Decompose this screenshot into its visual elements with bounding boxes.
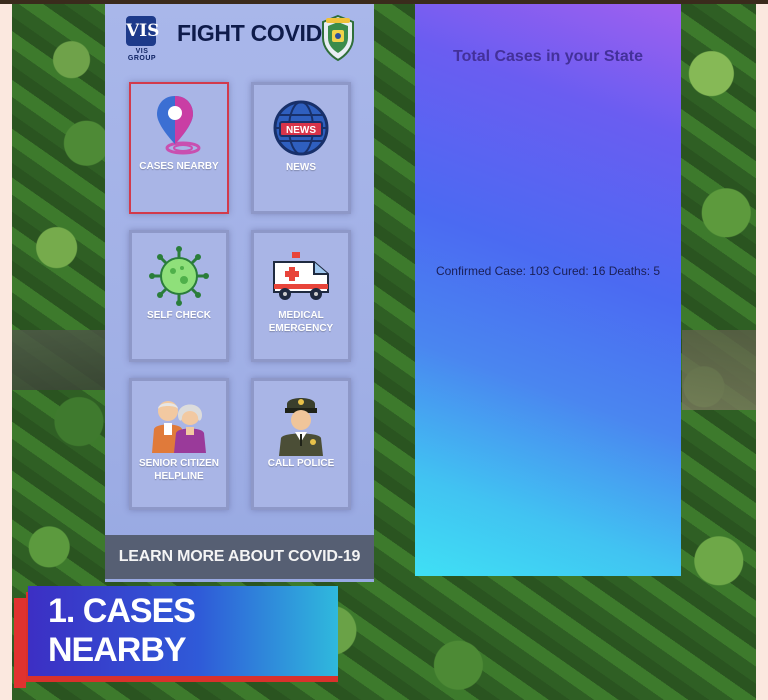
caption-accent-bar bbox=[14, 598, 26, 688]
app-title: FIGHT COVID bbox=[177, 20, 322, 46]
learn-more-button[interactable]: LEARN MORE ABOUT COVID-19 bbox=[105, 535, 374, 579]
tile-medical-emergency[interactable]: MEDICAL EMERGENCY bbox=[251, 230, 351, 362]
background-road-right bbox=[682, 330, 756, 410]
tile-label: MEDICAL EMERGENCY bbox=[268, 310, 334, 334]
virus-icon bbox=[132, 239, 226, 313]
news-globe-icon: NEWS bbox=[254, 91, 348, 165]
tile-senior-citizen-helpline[interactable]: SENIOR CITIZEN HELPLINE bbox=[129, 378, 229, 510]
right-margin bbox=[756, 4, 768, 700]
police-emblem-icon bbox=[319, 14, 357, 62]
elderly-couple-icon bbox=[132, 387, 226, 461]
vis-logo-mark: VIS bbox=[126, 16, 159, 46]
caption-banner: 1. CASES NEARBY bbox=[28, 586, 338, 676]
police-officer-icon bbox=[254, 387, 348, 461]
tile-label: CASES NEARBY bbox=[139, 161, 219, 172]
tile-self-check[interactable]: SELF CHECK bbox=[129, 230, 229, 362]
caption-text: 1. CASES NEARBY bbox=[48, 592, 196, 669]
tile-label: SELF CHECK bbox=[147, 310, 211, 321]
location-pin-icon bbox=[131, 90, 227, 164]
left-margin bbox=[0, 4, 12, 700]
vis-group-logo: VIS VIS GROUP bbox=[121, 16, 163, 62]
svg-text:NEWS: NEWS bbox=[286, 125, 316, 136]
ambulance-icon bbox=[254, 239, 348, 313]
tile-call-police[interactable]: CALL POLICE bbox=[251, 378, 351, 510]
state-cases-panel: Total Cases in your State Confirmed Case… bbox=[415, 4, 681, 576]
background-road-left bbox=[12, 330, 108, 390]
tile-news[interactable]: NEWS NEWS bbox=[251, 82, 351, 214]
tile-cases-nearby[interactable]: CASES NEARBY bbox=[129, 82, 229, 214]
stats-summary: Confirmed Case: 103 Cured: 16 Deaths: 5 bbox=[435, 264, 661, 278]
app-screen: VIS VIS GROUP FIGHT COVID CASES NEARBY N… bbox=[105, 4, 374, 582]
tile-label: NEWS bbox=[286, 162, 316, 173]
app-header: VIS VIS GROUP FIGHT COVID bbox=[105, 4, 374, 68]
stats-title: Total Cases in your State bbox=[453, 48, 643, 65]
tile-label: SENIOR CITIZEN HELPLINE bbox=[138, 458, 219, 482]
tile-label: CALL POLICE bbox=[267, 458, 335, 469]
vis-logo-subtext: VIS GROUP bbox=[127, 48, 157, 62]
